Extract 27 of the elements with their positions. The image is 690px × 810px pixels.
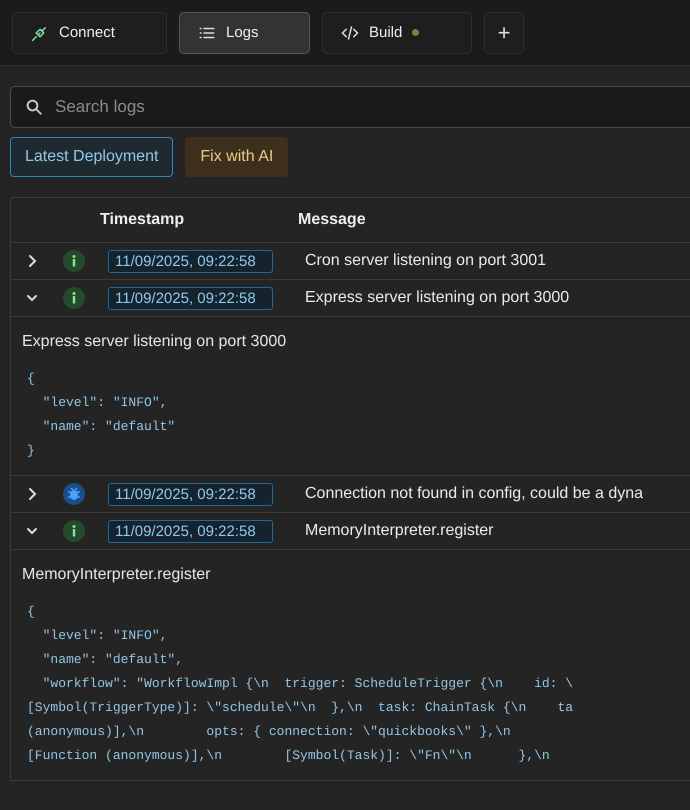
search-icon [25,98,43,116]
timestamp-badge: 11/09/2025, 09:22:58 [108,286,273,310]
log-message: Express server listening on port 3000 [305,289,570,307]
log-message: Connection not found in config, could be a dyna [305,485,644,503]
add-tab-button[interactable]: + [484,12,524,54]
json-text: { "level": "INFO", "name": "default", "workflow": "WorkflowImpl {\n trigger: ScheduleTrigger {\n id: \ [Symbol(TriggerType)]: \"schedule\"\n },\n task: ChainTask {\n ta (anonymous)],\n opts: { connection: \"quickbooks\" },\n [Function (anonymous)],\n [Symbol(Task)]: \"Fn\"\n },\n [26,603,574,765]
log-message: MemoryInterpreter.register [305,522,494,540]
search-field[interactable]: Search logs [10,86,690,128]
timestamp-badge: 11/09/2025, 09:22:58 [108,250,273,272]
deployment-button[interactable]: Latest Deployment [10,137,174,177]
tab[interactable]: Connect [12,12,167,54]
json-text: { "level": "INFO", "name": "default" } [26,370,176,460]
detail-message: MemoryInterpreter.register [22,566,212,584]
code-icon [341,24,359,42]
info-icon [63,287,85,309]
tab[interactable]: Logs [179,12,310,54]
detail-message: Express server listening on port 3000 [22,333,288,351]
info-icon [63,250,85,272]
log-message: Cron server listening on port 3001 [305,252,546,270]
column-header: Message [298,211,366,229]
timestamp-badge: 11/09/2025, 09:22:58 [108,520,273,542]
tab[interactable]: Build [322,12,472,54]
bug-icon [63,483,85,505]
info-icon [63,520,85,542]
timestamp-badge: 11/09/2025, 09:22:58 [108,482,273,506]
column-header: Timestamp [100,211,186,229]
fix-with-ai-button[interactable]: Fix with AI [185,137,288,177]
